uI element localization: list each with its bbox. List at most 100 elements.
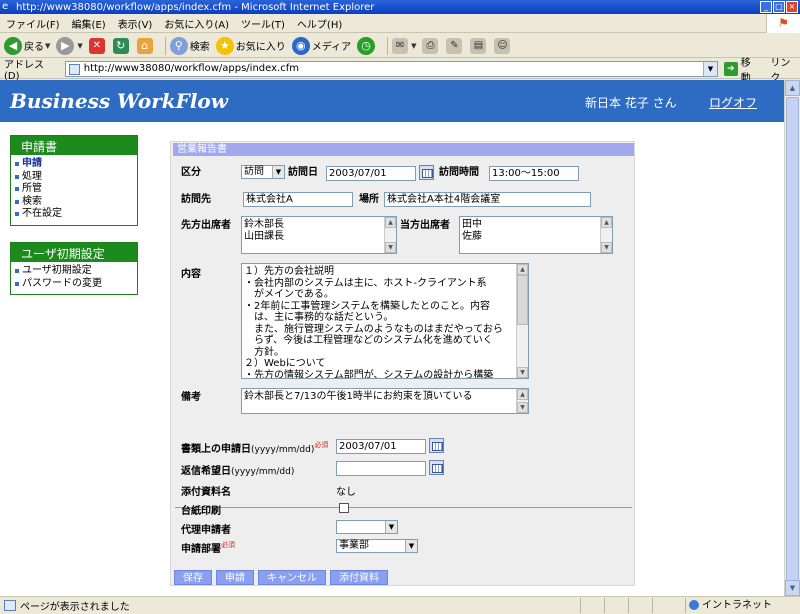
bullet-icon [15,281,19,286]
discuss-button[interactable]: ▤ [470,37,488,54]
menu-favorites[interactable]: お気に入り(A) [164,16,229,31]
scroll-up-icon[interactable]: ▲ [517,389,528,400]
history-icon: ◷ [357,36,376,55]
back-button[interactable]: ◀ 戻る ▼ [4,36,50,55]
media-button[interactable]: ◉ メディア [291,36,351,55]
maximize-button[interactable]: □ [773,1,785,13]
chevron-down-icon[interactable]: ▼ [45,42,50,50]
textarea-scrollbar[interactable]: ▲ ▼ [600,217,612,253]
toolbar-separator [164,36,166,55]
menu-file[interactable]: ファイル(F) [6,16,60,31]
nav-item-password[interactable]: パスワードの変更 [15,278,137,291]
their-attendees-textarea[interactable]: 鈴木部長 山田課長 ▲ ▼ [241,216,397,254]
kubun-value: 訪問 [244,166,264,177]
calendar-icon[interactable] [429,438,444,453]
search-label: 検索 [189,42,210,53]
favorites-label: お気に入り [235,42,286,53]
scroll-down-icon[interactable]: ▼ [517,367,528,378]
reply-date-input[interactable] [336,461,426,476]
close-button[interactable]: × [786,1,798,13]
address-url: http://www38080/workflow/apps/index.cfm [83,63,299,74]
kubun-select[interactable]: 訪問 ▼ [241,165,285,179]
scroll-up-icon[interactable]: ▲ [785,80,800,96]
scroll-down-icon[interactable]: ▼ [385,242,396,253]
stop-button[interactable]: ✕ [88,37,107,54]
nav-item-label: 申請 [22,158,42,169]
browser-toolbar: ◀ 戻る ▼ ▶ ▼ ✕ ↻ ⌂ ⚲ 検索 ★ お気に入り ◉ メディア ◷ ✉… [0,34,800,58]
nav-item-user-settings[interactable]: ユーザ初期設定 [15,265,137,278]
nav-item-absence[interactable]: 不在設定 [15,208,137,221]
place-label: 場所 [359,194,379,205]
form-title: 営業報告書 [173,143,634,156]
scroll-up-icon[interactable]: ▲ [385,217,396,228]
refresh-button[interactable]: ↻ [112,37,131,54]
proxy-label: 代理申請者 [181,525,231,536]
minimize-button[interactable]: _ [760,1,772,13]
content-line: 方針。 [244,346,284,358]
menu-view[interactable]: 表示(V) [118,16,153,31]
ledger-print-label: 台紙印刷 [181,506,221,517]
window-controls: _ □ × [760,1,798,13]
textarea-scrollbar[interactable]: ▲ ▼ [516,264,528,378]
menu-edit[interactable]: 編集(E) [72,16,106,31]
chevron-down-icon[interactable]: ▼ [411,42,416,50]
nav-item-jurisdiction[interactable]: 所管 [15,183,137,196]
visit-date-input[interactable]: 2003/07/01 [326,166,416,181]
nav-item-label: 処理 [22,170,42,182]
ledger-print-checkbox[interactable] [339,503,349,513]
save-button[interactable]: 保存 [174,570,212,585]
place-input[interactable]: 株式会社A本社4階会議室 [384,192,591,207]
go-button[interactable]: ➔ 移動 [723,54,760,84]
mail-button[interactable]: ✉ ▼ [392,37,416,54]
proxy-select[interactable]: ▼ [336,520,398,534]
messenger-button[interactable]: ☺ [494,37,512,54]
favorites-button[interactable]: ★ お気に入り [215,36,286,55]
content-line: がメインである。 [244,289,334,300]
nav-item-search[interactable]: 検索 [15,196,137,209]
cancel-button[interactable]: キャンセル [258,570,326,585]
chevron-down-icon[interactable]: ▼ [702,61,717,76]
scroll-up-icon[interactable]: ▲ [517,264,528,275]
forward-button[interactable]: ▶ ▼ [56,36,83,55]
back-label: 戻る [24,42,44,53]
scroll-down-icon[interactable]: ▼ [785,580,800,596]
logout-link[interactable]: ログオフ [709,94,757,111]
address-input[interactable]: http://www38080/workflow/apps/index.cfm … [64,60,718,77]
attachment-label: 添付資料名 [181,487,231,498]
menu-tools[interactable]: ツール(T) [241,16,285,31]
content-textarea[interactable]: １）先方の会社説明 ・会社内部のシステムは主に、ホスト-クライアント系 がメイン… [241,263,529,379]
apply-button[interactable]: 申請 [216,570,254,585]
search-button[interactable]: ⚲ 検索 [169,36,210,55]
content-line: は、主に事務的な話だという。 [244,312,394,323]
scroll-down-icon[interactable]: ▼ [601,242,612,253]
page-viewport: Business WorkFlow 新日本 花子 さん ログオフ 申請書 申請 … [0,80,784,596]
scroll-thumb[interactable] [786,97,799,581]
nav-item-process[interactable]: 処理 [15,171,137,184]
doc-date-input[interactable]: 2003/07/01 [336,439,426,454]
calendar-icon[interactable] [419,165,434,180]
calendar-icon[interactable] [429,460,444,475]
dept-select[interactable]: 事業部 ▼ [336,539,418,553]
scroll-thumb[interactable] [517,275,528,325]
print-button[interactable]: ⎙ [422,37,440,54]
edit-button[interactable]: ✎ [446,37,464,54]
nav-item-apply[interactable]: 申請 [15,158,137,171]
bullet-icon [15,199,19,204]
note-icon: ▤ [470,37,487,54]
scroll-up-icon[interactable]: ▲ [601,217,612,228]
remarks-textarea[interactable]: 鈴木部長と7/13の午後1時半にお約束を頂いている ▲ ▼ [241,388,529,414]
textarea-scrollbar[interactable]: ▲ ▼ [384,217,396,253]
history-button[interactable]: ◷ [357,36,377,55]
our-attendees-textarea[interactable]: 田中 佐藤 ▲ ▼ [459,216,613,254]
page-scrollbar[interactable]: ▲ ▼ [784,80,800,596]
attach-button[interactable]: 添付資料 [330,570,388,585]
visit-to-input[interactable]: 株式会社A [243,192,353,207]
home-button[interactable]: ⌂ [136,37,155,54]
sales-report-form: 営業報告書 区分 訪問 ▼ 訪問日 2003/07/01 訪問時間 13:00～… [170,141,635,586]
visit-time-input[interactable]: 13:00～15:00 [489,166,579,181]
textarea-scrollbar[interactable]: ▲ ▼ [516,389,528,413]
links-button[interactable]: リンク [770,54,800,84]
menu-help[interactable]: ヘルプ(H) [297,16,342,31]
scroll-down-icon[interactable]: ▼ [517,402,528,413]
chevron-down-icon[interactable]: ▼ [77,42,82,50]
